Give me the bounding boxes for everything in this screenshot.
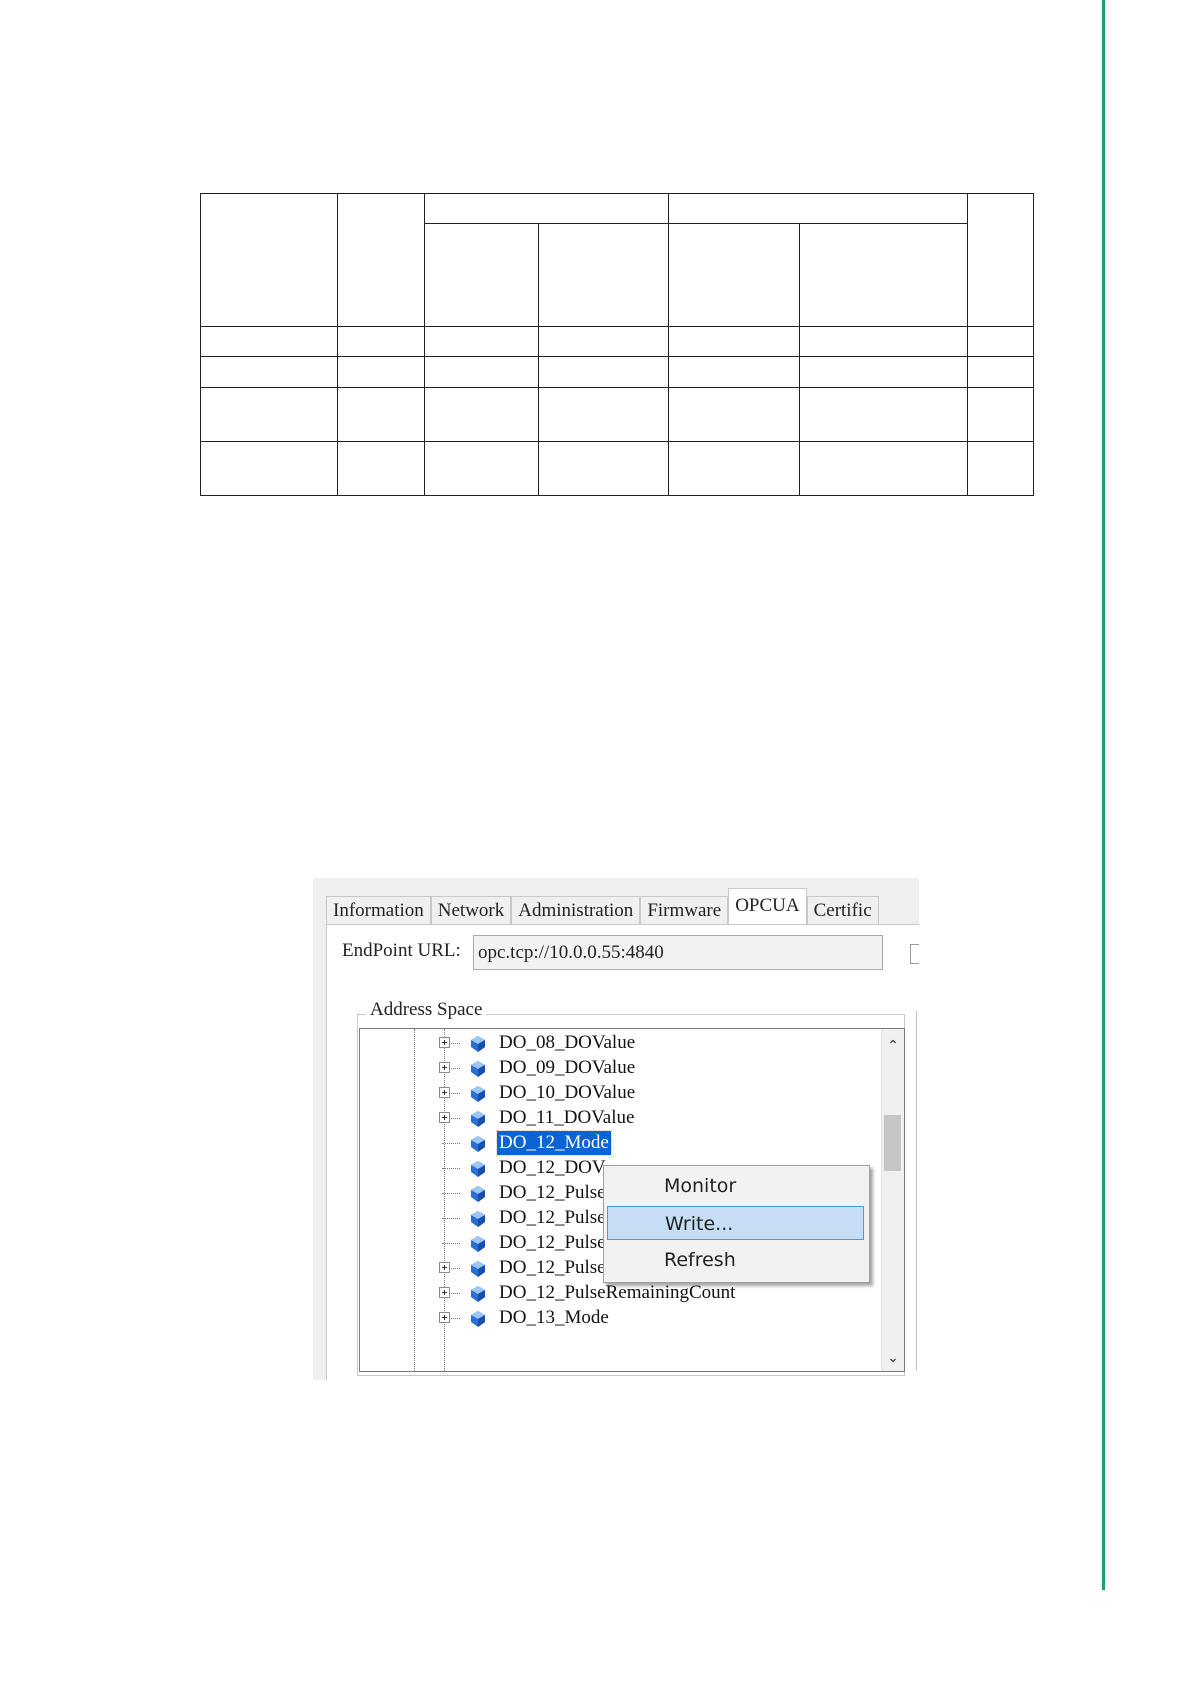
endpoint-url-field[interactable]: opc.tcp://10.0.0.55:4840 bbox=[473, 935, 883, 970]
menu-item-monitor[interactable]: Monitor bbox=[607, 1169, 864, 1203]
tree-item[interactable]: DO_11_DOValue bbox=[360, 1106, 830, 1133]
variable-node-icon bbox=[471, 1286, 485, 1302]
tree-item[interactable]: DO_10_DOValue bbox=[360, 1081, 830, 1108]
menu-item-label: Write... bbox=[665, 1213, 734, 1235]
table-rule bbox=[668, 193, 669, 496]
expand-icon[interactable] bbox=[439, 1262, 450, 1273]
empty-table bbox=[200, 193, 1034, 496]
tree-connector bbox=[442, 1143, 460, 1144]
tree-connector bbox=[442, 1218, 460, 1219]
tree-item-label[interactable]: DO_12_PulseRemainingCount bbox=[497, 1281, 737, 1305]
endpoint-url-label: EndPoint URL: bbox=[342, 940, 461, 961]
endpoint-checkbox[interactable] bbox=[910, 944, 919, 964]
variable-node-icon bbox=[471, 1061, 485, 1077]
tree-item[interactable]: DO_12_PulseRemainingCount bbox=[360, 1281, 830, 1308]
variable-node-icon bbox=[471, 1161, 485, 1177]
tree-item-label[interactable]: DO_12_Pulse bbox=[497, 1231, 608, 1255]
context-menu: Monitor Write... Refresh bbox=[603, 1165, 870, 1283]
expand-icon[interactable] bbox=[439, 1112, 450, 1123]
table-rule bbox=[200, 326, 1034, 327]
tree-item-selected[interactable]: DO_12_Mode bbox=[360, 1130, 830, 1158]
expand-icon[interactable] bbox=[439, 1037, 450, 1048]
table-rule bbox=[200, 387, 1034, 388]
variable-node-icon bbox=[471, 1036, 485, 1052]
tree-connector bbox=[451, 1093, 460, 1094]
tree-connector bbox=[442, 1193, 460, 1194]
tree-item-label[interactable]: DO_09_DOValue bbox=[497, 1056, 637, 1080]
table-rule bbox=[1033, 193, 1034, 496]
tree-connector bbox=[442, 1168, 460, 1169]
expand-icon[interactable] bbox=[439, 1312, 450, 1323]
menu-item-label: Monitor bbox=[664, 1175, 737, 1197]
tab-network[interactable]: Network bbox=[430, 896, 512, 924]
tree-item[interactable]: DO_13_Mode bbox=[360, 1306, 830, 1333]
table-rule bbox=[967, 193, 968, 496]
address-space-title: Address Space bbox=[366, 999, 487, 1021]
variable-node-icon bbox=[471, 1136, 485, 1152]
expand-icon[interactable] bbox=[439, 1062, 450, 1073]
opcua-config-screenshot: Information Network Administration Firmw… bbox=[313, 878, 919, 1380]
tree-item[interactable]: DO_09_DOValue bbox=[360, 1056, 830, 1083]
tree-item-label[interactable]: DO_12_DOV bbox=[497, 1156, 608, 1180]
tree-connector bbox=[451, 1043, 460, 1044]
tree-item-label[interactable]: DO_13_Mode bbox=[497, 1306, 611, 1330]
tree-connector bbox=[451, 1118, 460, 1119]
tree-item[interactable]: DO_08_DOValue bbox=[360, 1031, 830, 1058]
tab-administration[interactable]: Administration bbox=[511, 896, 641, 924]
table-rule bbox=[424, 223, 967, 224]
tree-item-label[interactable]: DO_12_Pulse bbox=[497, 1206, 608, 1230]
menu-item-label: Refresh bbox=[664, 1249, 736, 1271]
scroll-down-icon[interactable]: ⌄ bbox=[882, 1347, 904, 1369]
variable-node-icon bbox=[471, 1236, 485, 1252]
table-rule bbox=[200, 495, 1034, 496]
table-rule bbox=[538, 223, 539, 496]
table-rule bbox=[200, 441, 1034, 442]
tab-certificate[interactable]: Certific bbox=[806, 896, 879, 924]
table-rule bbox=[200, 193, 1034, 194]
tree-item-label[interactable]: DO_08_DOValue bbox=[497, 1031, 637, 1055]
page-edge-rule bbox=[1102, 0, 1105, 1590]
tree-connector bbox=[451, 1068, 460, 1069]
tab-information[interactable]: Information bbox=[326, 896, 431, 924]
variable-node-icon bbox=[471, 1211, 485, 1227]
scroll-thumb[interactable] bbox=[884, 1115, 901, 1171]
menu-item-write[interactable]: Write... bbox=[607, 1206, 864, 1240]
expand-icon[interactable] bbox=[439, 1087, 450, 1098]
tree-connector bbox=[451, 1293, 460, 1294]
expand-icon[interactable] bbox=[439, 1287, 450, 1298]
tree-item-label[interactable]: DO_12_Mode bbox=[496, 1130, 612, 1156]
table-rule bbox=[337, 193, 338, 496]
variable-node-icon bbox=[471, 1261, 485, 1277]
table-rule bbox=[200, 356, 1034, 357]
variable-node-icon bbox=[471, 1086, 485, 1102]
tab-firmware[interactable]: Firmware bbox=[640, 896, 729, 924]
right-group-frame bbox=[916, 1011, 919, 1371]
tree-connector bbox=[451, 1268, 460, 1269]
tree-item-label[interactable]: DO_12_Pulse bbox=[497, 1181, 608, 1205]
tab-strip: Information Network Administration Firmw… bbox=[326, 888, 879, 925]
tree-connector bbox=[451, 1318, 460, 1319]
tree-connector bbox=[442, 1243, 460, 1244]
variable-node-icon bbox=[471, 1311, 485, 1327]
tree-item-label[interactable]: DO_11_DOValue bbox=[497, 1106, 636, 1130]
tab-opcua[interactable]: OPCUA bbox=[728, 888, 807, 924]
tree-scrollbar[interactable]: ⌃ ⌄ bbox=[881, 1029, 904, 1371]
scroll-up-icon[interactable]: ⌃ bbox=[882, 1035, 904, 1057]
table-rule bbox=[200, 193, 201, 496]
menu-item-refresh[interactable]: Refresh bbox=[607, 1243, 864, 1277]
variable-node-icon bbox=[471, 1111, 485, 1127]
tree-item-label[interactable]: DO_10_DOValue bbox=[497, 1081, 637, 1105]
variable-node-icon bbox=[471, 1186, 485, 1202]
table-rule bbox=[424, 193, 425, 496]
table-rule bbox=[799, 223, 800, 496]
